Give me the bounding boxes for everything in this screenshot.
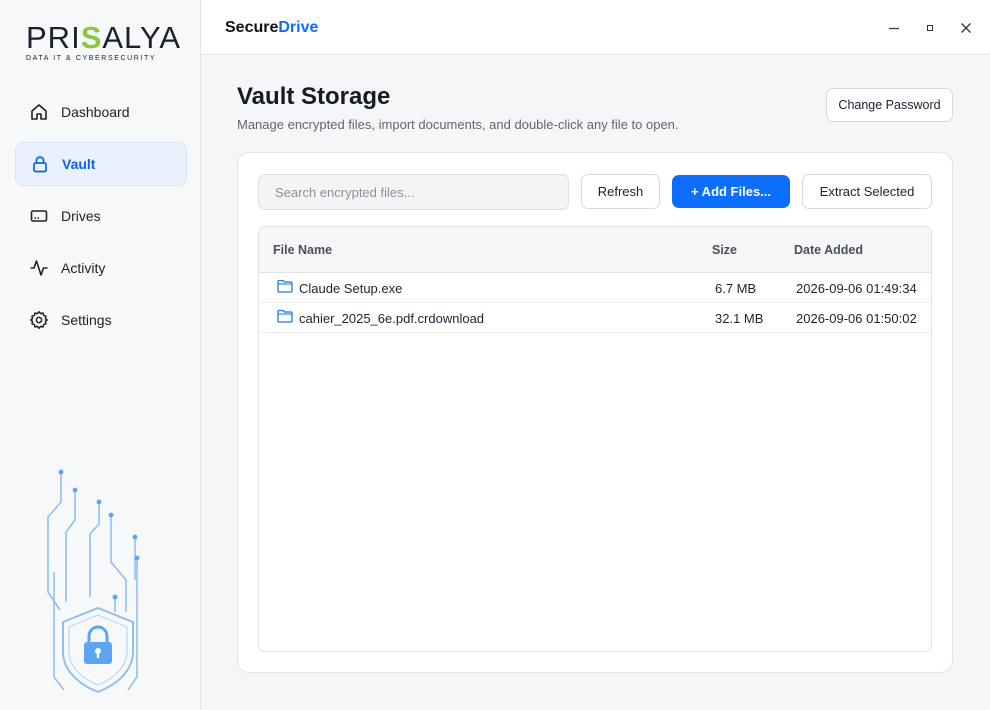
logo-wordmark: PRISALYA (26, 20, 182, 55)
sidebar-item-label: Activity (61, 260, 106, 276)
search-input[interactable] (258, 174, 569, 210)
table-header: File Name Size Date Added (259, 227, 931, 273)
sidebar-item-activity[interactable]: Activity (15, 246, 187, 290)
app-title: SecureDrive (225, 19, 319, 36)
change-password-button[interactable]: Change Password (826, 88, 953, 122)
file-date: 2026-09-06 01:50:02 (796, 311, 917, 326)
activity-icon (29, 258, 49, 278)
sidebar-nav: Dashboard Vault Drives Activity Settings (15, 90, 187, 350)
sidebar-item-vault[interactable]: Vault (15, 142, 187, 186)
lock-icon (30, 154, 50, 174)
sidebar-item-label: Settings (61, 312, 112, 328)
sidebar-item-settings[interactable]: Settings (15, 298, 187, 342)
column-header-file-name[interactable]: File Name (273, 243, 332, 257)
sidebar: PRISALYA DATA IT & CYBERSECURITY Dashboa… (0, 0, 201, 710)
extract-selected-button[interactable]: Extract Selected (802, 174, 932, 209)
column-header-date-added[interactable]: Date Added (794, 243, 863, 257)
table-row[interactable]: cahier_2025_6e.pdf.crdownload 32.1 MB 20… (259, 303, 931, 333)
window-titlebar: SecureDrive (201, 0, 990, 55)
add-files-button[interactable]: + Add Files... (672, 175, 790, 208)
column-header-size[interactable]: Size (712, 243, 737, 257)
sidebar-item-label: Dashboard (61, 104, 130, 120)
minimize-icon (889, 27, 899, 30)
sidebar-item-label: Drives (61, 208, 101, 224)
file-date: 2026-09-06 01:49:34 (796, 281, 917, 296)
maximize-button[interactable] (920, 18, 940, 38)
page-subtitle: Manage encrypted files, import documents… (237, 117, 679, 132)
brand-logo: PRISALYA DATA IT & CYBERSECURITY (26, 22, 186, 64)
minimize-button[interactable] (884, 18, 904, 38)
file-table: File Name Size Date Added Claude Setup.e… (258, 226, 932, 652)
window-controls (884, 18, 976, 38)
refresh-button[interactable]: Refresh (581, 174, 660, 209)
logo-tagline: DATA IT & CYBERSECURITY (26, 55, 157, 62)
folder-icon (277, 309, 293, 323)
sidebar-item-dashboard[interactable]: Dashboard (15, 90, 187, 134)
file-name: cahier_2025_6e.pdf.crdownload (299, 311, 485, 326)
home-icon (29, 102, 49, 122)
gear-icon (29, 310, 49, 330)
folder-icon (277, 279, 293, 293)
security-circuit-illustration (47, 469, 140, 694)
table-row[interactable]: Claude Setup.exe 6.7 MB 2026-09-06 01:49… (259, 273, 931, 303)
maximize-icon (927, 25, 933, 31)
close-button[interactable] (956, 18, 976, 38)
file-size: 6.7 MB (715, 281, 757, 296)
file-name: Claude Setup.exe (299, 281, 403, 296)
drive-icon (29, 206, 49, 226)
sidebar-item-drives[interactable]: Drives (15, 194, 187, 238)
close-icon (961, 23, 971, 33)
file-size: 32.1 MB (715, 311, 764, 326)
sidebar-item-label: Vault (62, 156, 96, 172)
page-title: Vault Storage (237, 83, 391, 110)
